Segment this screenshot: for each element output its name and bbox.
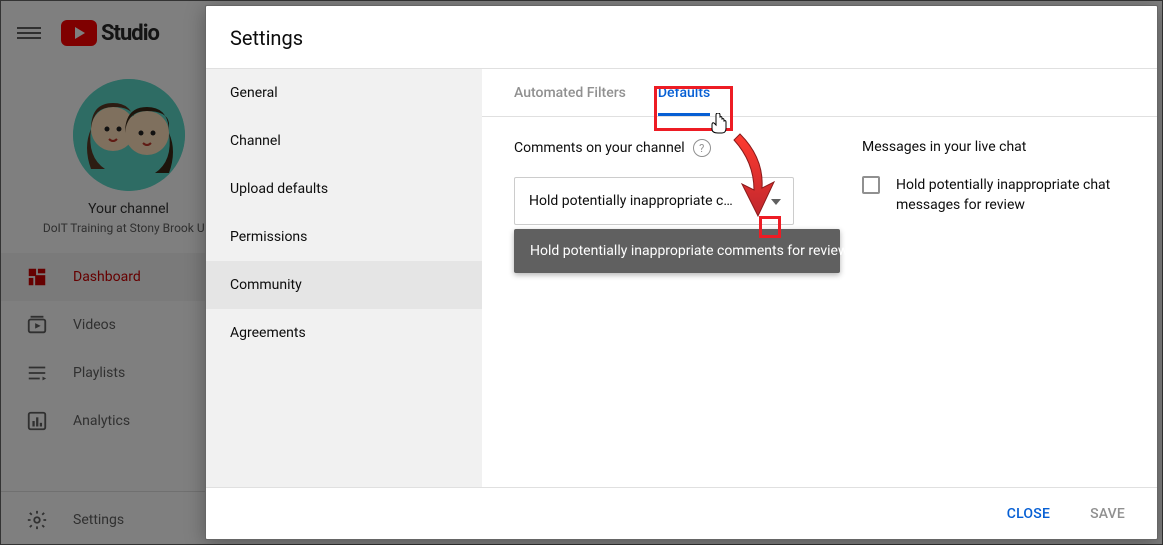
modal-body: General Channel Upload defaults Permissi… [206, 68, 1157, 487]
subtab-automated-filters[interactable]: Automated Filters [514, 69, 626, 116]
subtab-label: Automated Filters [514, 85, 626, 101]
help-icon[interactable]: ? [693, 139, 711, 157]
save-button[interactable]: SAVE [1074, 498, 1141, 530]
livechat-column: Messages in your live chat Hold potentia… [862, 139, 1125, 225]
modal-nav-upload-defaults[interactable]: Upload defaults [206, 165, 482, 213]
modal-nav-channel[interactable]: Channel [206, 117, 482, 165]
modal-nav-label: Community [230, 277, 302, 293]
checkbox-icon [862, 176, 880, 194]
settings-modal: Settings General Channel Upload defaults… [205, 5, 1158, 540]
panel-content: Comments on your channel ? Hold potentia… [482, 117, 1157, 247]
comments-heading: Comments on your channel ? [514, 139, 814, 157]
modal-left-nav: General Channel Upload defaults Permissi… [206, 69, 482, 487]
livechat-heading-text: Messages in your live chat [862, 139, 1026, 155]
modal-nav-label: Upload defaults [230, 181, 328, 197]
close-button[interactable]: CLOSE [991, 498, 1066, 530]
modal-nav-permissions[interactable]: Permissions [206, 213, 482, 261]
modal-nav-agreements[interactable]: Agreements [206, 309, 482, 357]
subtab-label: Defaults [658, 85, 710, 101]
modal-nav-label: General [230, 85, 278, 101]
checkbox-label: Hold potentially inappropriate chat mess… [896, 175, 1125, 215]
modal-right-panel: Automated Filters Defaults Comments on y… [482, 69, 1157, 487]
modal-title: Settings [206, 6, 1157, 68]
modal-nav-community[interactable]: Community [206, 261, 482, 309]
dropdown-option-hold-comments[interactable]: Hold potentially inappropriate comments … [514, 229, 840, 273]
select-value: Hold potentially inappropriate c… [529, 193, 733, 209]
modal-footer: CLOSE SAVE [206, 487, 1157, 539]
modal-nav-label: Permissions [230, 229, 307, 245]
comments-column: Comments on your channel ? Hold potentia… [514, 139, 814, 225]
dropdown-option-label: Hold potentially inappropriate comments … [530, 243, 848, 259]
comments-heading-text: Comments on your channel [514, 140, 685, 156]
livechat-moderation-checkbox[interactable]: Hold potentially inappropriate chat mess… [862, 175, 1125, 215]
subtabs: Automated Filters Defaults [482, 69, 1157, 117]
modal-nav-label: Channel [230, 133, 281, 149]
chevron-down-icon [771, 193, 781, 209]
subtab-defaults[interactable]: Defaults [658, 69, 710, 116]
modal-nav-label: Agreements [230, 325, 306, 341]
modal-nav-general[interactable]: General [206, 69, 482, 117]
comments-moderation-select[interactable]: Hold potentially inappropriate c… [514, 177, 794, 225]
livechat-heading: Messages in your live chat [862, 139, 1125, 155]
